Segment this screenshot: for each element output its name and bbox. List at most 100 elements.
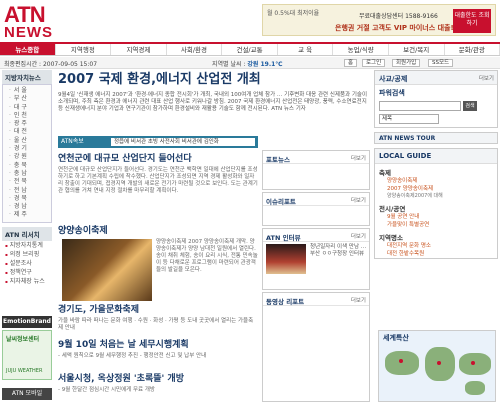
guide-link[interactable]: 대전지역 문화 명소 bbox=[375, 242, 497, 250]
interview-text[interactable]: 청년일자리 이색 만남 … 부산 ㅇㅇ구청장 인터뷰 bbox=[310, 244, 368, 258]
video-report-panel: 동영상 리포트 더보기 bbox=[262, 292, 370, 402]
region-item[interactable]: 충 북 bbox=[3, 162, 51, 170]
nav-item-construction[interactable]: 건설/교통 bbox=[222, 44, 278, 55]
region-item[interactable]: 울 산 bbox=[3, 137, 51, 145]
panel-title: 포토뉴스 bbox=[266, 156, 290, 164]
story-1: 연천군에 대규모 산업단지 들어선다 연천군에 대규모 산업단지가 들어선다. … bbox=[58, 154, 258, 195]
news-tour-link[interactable]: ATN NEWS TOUR bbox=[374, 132, 498, 144]
more-link[interactable]: 더보기 bbox=[351, 296, 366, 304]
nav-item-agriculture[interactable]: 농업/식량 bbox=[333, 44, 389, 55]
photo-news-panel: 포토뉴스 더보기 bbox=[262, 150, 370, 190]
story-body: 가을 바람 따라 떠나는 문화 여행 · 수원 · 화성 · 가평 등 도내 곳… bbox=[58, 318, 254, 331]
festival-photo[interactable] bbox=[62, 239, 152, 301]
panel-title: 동영상 리포트 bbox=[266, 298, 305, 306]
map-title: 세계특산 bbox=[383, 334, 409, 342]
ad-rate: 월 0.5%대 최저이율 bbox=[267, 10, 320, 17]
research-item[interactable]: 지자체장 뉴스 bbox=[2, 277, 52, 286]
guide-link[interactable]: 대전 한밭수목원 bbox=[375, 250, 497, 258]
region-item[interactable]: 전 북 bbox=[3, 178, 51, 186]
story-title[interactable]: 양양송이축제 bbox=[58, 226, 258, 237]
festival-text: 양양송이축제 2007 양양송이축제 개막. 양양송이축제가 양양 남대천 일원… bbox=[156, 239, 258, 273]
nav-item-health[interactable]: 보건/복지 bbox=[389, 44, 445, 55]
weather-ad[interactable]: 날씨정보센터 JUJU WEATHER bbox=[2, 330, 52, 380]
region-title: 지방자치뉴스 bbox=[2, 70, 52, 84]
guide-section-title: 지역명소 bbox=[379, 233, 403, 242]
map-marker[interactable] bbox=[437, 361, 441, 365]
region-item[interactable]: 전 남 bbox=[3, 187, 51, 195]
emotion-brand-ad[interactable]: EmotionBrand bbox=[2, 316, 52, 328]
nav-item-education[interactable]: 교 육 bbox=[278, 44, 334, 55]
issue-report-panel: 이슈리포트 더보기 bbox=[262, 192, 370, 226]
weather: 지역별 날씨 : 강원 19.1℃ bbox=[212, 61, 283, 68]
story-body: - 9월 한달간 점심시간 시민에게 무료 개방 bbox=[58, 387, 155, 393]
region-item[interactable]: 대 전 bbox=[3, 128, 51, 136]
more-link[interactable]: 더보기 bbox=[351, 196, 366, 204]
region-item[interactable]: 경 북 bbox=[3, 195, 51, 203]
ad-button[interactable]: 대출한도 조회하기 bbox=[453, 9, 491, 33]
research-item[interactable]: 지방자치통계 bbox=[2, 241, 52, 250]
region-item[interactable]: 강 원 bbox=[3, 153, 51, 161]
breaking-news-bar: ATN속보 정읍에 비서관 초빙 사전사회 비서관에 김인화 bbox=[58, 136, 258, 148]
headline[interactable]: 2007 국제 환경,에너지 산업전 개최 bbox=[58, 72, 370, 88]
top-ad-banner[interactable]: 월 0.5%대 최저이율 무료대출상담센터 1588-9166 은행권 거절 고… bbox=[262, 4, 496, 36]
search-input[interactable] bbox=[379, 101, 461, 111]
nav-item-society[interactable]: 사회/환경 bbox=[167, 44, 223, 55]
continent-shape bbox=[385, 351, 419, 375]
map-marker[interactable] bbox=[399, 359, 403, 363]
research-list: 지방자치통계 의정 브리핑 설문조사 정책연구 지자체장 뉴스 bbox=[2, 241, 52, 286]
nav-item-news[interactable]: 뉴스종합 bbox=[0, 44, 56, 55]
guide-title: LOCAL GUIDE bbox=[375, 149, 497, 164]
story-title[interactable]: 서울시청, 옥상정원 '초록뜰' 개방 bbox=[58, 374, 258, 385]
nav-item-local-admin[interactable]: 지역행정 bbox=[56, 44, 112, 55]
home-button[interactable]: 홈 bbox=[344, 59, 358, 67]
logo[interactable]: ATN NEWS bbox=[4, 4, 64, 41]
mobile-link[interactable]: ATN 모바일 bbox=[2, 388, 52, 400]
story-title[interactable]: 9월 10일 처음는 날 세무시행계획 bbox=[58, 340, 258, 351]
ad-phone: 무료대출상담센터 1588-9166 bbox=[359, 13, 438, 20]
ss-mode-button[interactable]: SS모드 bbox=[428, 59, 454, 67]
search-field-select[interactable]: 제목 bbox=[379, 114, 439, 124]
region-item[interactable]: 제 주 bbox=[3, 211, 51, 219]
region-item[interactable]: 대 구 bbox=[3, 104, 51, 112]
more-link[interactable]: 더보기 bbox=[351, 232, 366, 240]
search-button[interactable]: 검색 bbox=[463, 101, 477, 111]
panel-title: ATN 인터뷰 bbox=[266, 234, 301, 242]
world-map[interactable]: 세계특산 bbox=[378, 330, 496, 402]
main-nav: 뉴스종합 지역행정 지역경제 사회/환경 건설/교통 교 육 농업/식량 보건/… bbox=[0, 42, 500, 56]
research-title: ATN 리서치 bbox=[2, 226, 52, 241]
signup-button[interactable]: 회원가입 bbox=[392, 59, 421, 67]
search-label: 파워검색 bbox=[379, 89, 405, 97]
story-title[interactable]: 연천군에 대규모 산업단지 들어선다 bbox=[58, 154, 258, 165]
more-link[interactable]: 더보기 bbox=[351, 154, 366, 162]
login-button[interactable]: 로그인 bbox=[362, 59, 386, 67]
research-item[interactable]: 정책연구 bbox=[2, 268, 52, 277]
region-item[interactable]: 부 산 bbox=[3, 95, 51, 103]
story-body: - 세액 원칙으로 9월 세무행정 추진 - 행정안전 신고 및 납부 안내 bbox=[58, 353, 207, 359]
breaking-ticker[interactable]: 정읍에 비서관 초빙 사전사회 비서관에 김인화 bbox=[110, 137, 256, 147]
guide-section-title: 축제 bbox=[379, 169, 391, 177]
ad-slogan: 은행권 거절 고객도 VIP 마이너스 대출! bbox=[335, 24, 454, 32]
story-3: 경기도, 가을문화축제 가을 바람 따라 떠나는 문화 여행 · 수원 · 화성… bbox=[58, 305, 258, 332]
map-marker[interactable] bbox=[471, 361, 475, 365]
guide-link[interactable]: 9월 공연 안내 bbox=[375, 213, 497, 221]
story-title[interactable]: 경기도, 가을문화축제 bbox=[58, 305, 258, 316]
region-item[interactable]: 인 천 bbox=[3, 112, 51, 120]
nav-item-local-economy[interactable]: 지역경제 bbox=[111, 44, 167, 55]
story-2: 양양송이축제 bbox=[58, 226, 258, 237]
guide-link[interactable]: 가을맞이 특별공연 bbox=[375, 221, 497, 229]
research-item[interactable]: 설문조사 bbox=[2, 259, 52, 268]
guide-link[interactable]: 양양송이축제 bbox=[375, 177, 497, 185]
guide-section-title: 전시/공연 bbox=[379, 204, 406, 213]
region-list: 서 울 부 산 대 구 인 천 광 주 대 전 울 산 경 기 강 원 충 북 … bbox=[2, 84, 52, 223]
nav-item-culture[interactable]: 문화/관광 bbox=[445, 44, 500, 55]
more-link[interactable]: 더보기 bbox=[479, 74, 494, 82]
search-box: 사교/공제 더보기 파워검색 검색 제목 bbox=[374, 70, 498, 128]
guide-link[interactable]: 2007 양양송이축제 bbox=[375, 185, 497, 193]
research-item[interactable]: 의정 브리핑 bbox=[2, 250, 52, 259]
local-guide: LOCAL GUIDE 축제 양양송이축제 2007 양양송이축제 양양송이축제… bbox=[374, 148, 498, 259]
box-title: 사교/공제 bbox=[379, 75, 408, 83]
interview-photo[interactable] bbox=[266, 244, 306, 274]
left-sidebar: 지방자치뉴스 서 울 부 산 대 구 인 천 광 주 대 전 울 산 경 기 강… bbox=[2, 70, 52, 286]
breaking-label: ATN속보 bbox=[61, 138, 84, 145]
panel-title: 이슈리포트 bbox=[266, 198, 296, 206]
